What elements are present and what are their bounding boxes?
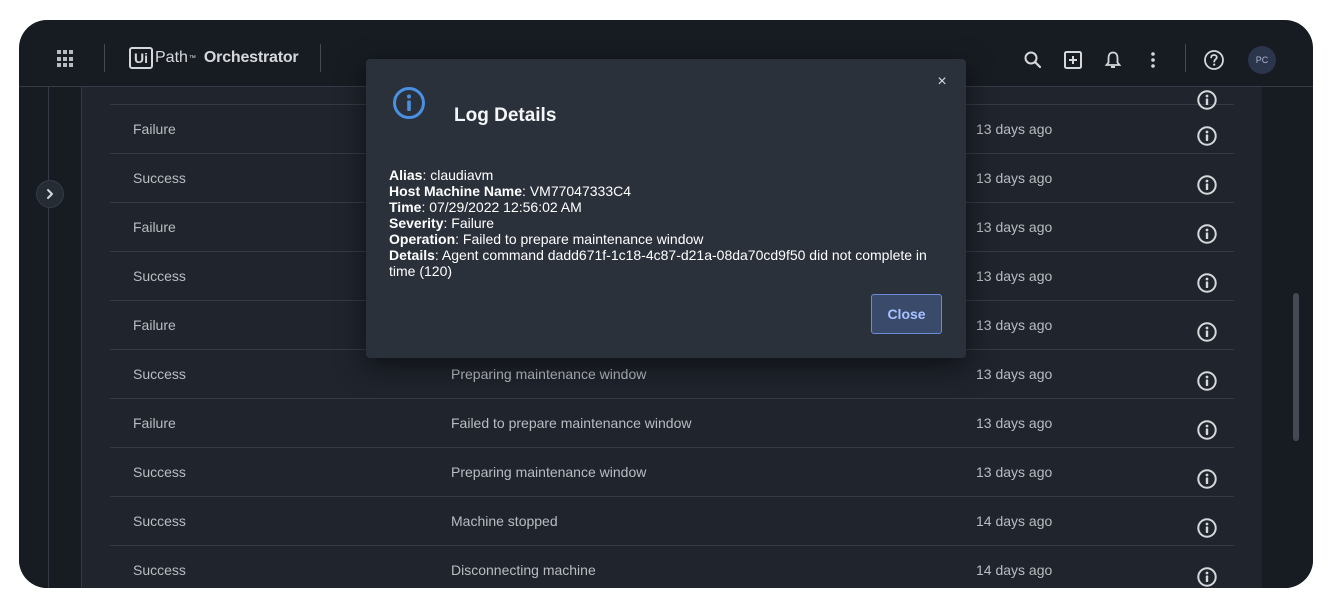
log-details-body: Alias: claudiavm Host Machine Name: VM770…: [389, 167, 949, 279]
log-field: Host Machine Name: VM77047333C4: [389, 183, 949, 199]
log-field-label: Severity: [389, 215, 444, 231]
log-field-label: Time: [389, 199, 422, 215]
close-button[interactable]: Close: [871, 294, 942, 334]
orchestrator-window: Ui Path ™ Orchestrator PC Failure 13 day…: [19, 20, 1313, 588]
log-field-value: : Failed to prepare maintenance window: [455, 231, 704, 247]
log-field-label: Operation: [389, 231, 456, 247]
dialog-title: Log Details: [454, 105, 557, 126]
log-field-value: : claudiavm: [422, 167, 494, 183]
log-field-label: Alias: [389, 167, 423, 183]
log-field: Time: 07/29/2022 12:56:02 AM: [389, 199, 949, 215]
log-field: Operation: Failed to prepare maintenance…: [389, 231, 949, 247]
info-circle-icon: [392, 86, 426, 120]
log-field-label: Host Machine Name: [389, 183, 523, 199]
log-field: Severity: Failure: [389, 215, 949, 231]
close-icon[interactable]: ×: [933, 73, 951, 91]
log-details-dialog: × Log Details Alias: claudiavm Host Machi…: [366, 59, 966, 358]
log-field-value: : Failure: [443, 215, 495, 231]
log-field: Details: Agent command dadd671f-1c18-4c8…: [389, 247, 949, 279]
log-field-value: : VM77047333C4: [522, 183, 632, 199]
log-field-value: : 07/29/2022 12:56:02 AM: [421, 199, 582, 215]
log-field: Alias: claudiavm: [389, 167, 949, 183]
log-field-label: Details: [389, 247, 435, 263]
log-field-value: : Agent command dadd671f-1c18-4c87-d21a-…: [389, 247, 927, 279]
